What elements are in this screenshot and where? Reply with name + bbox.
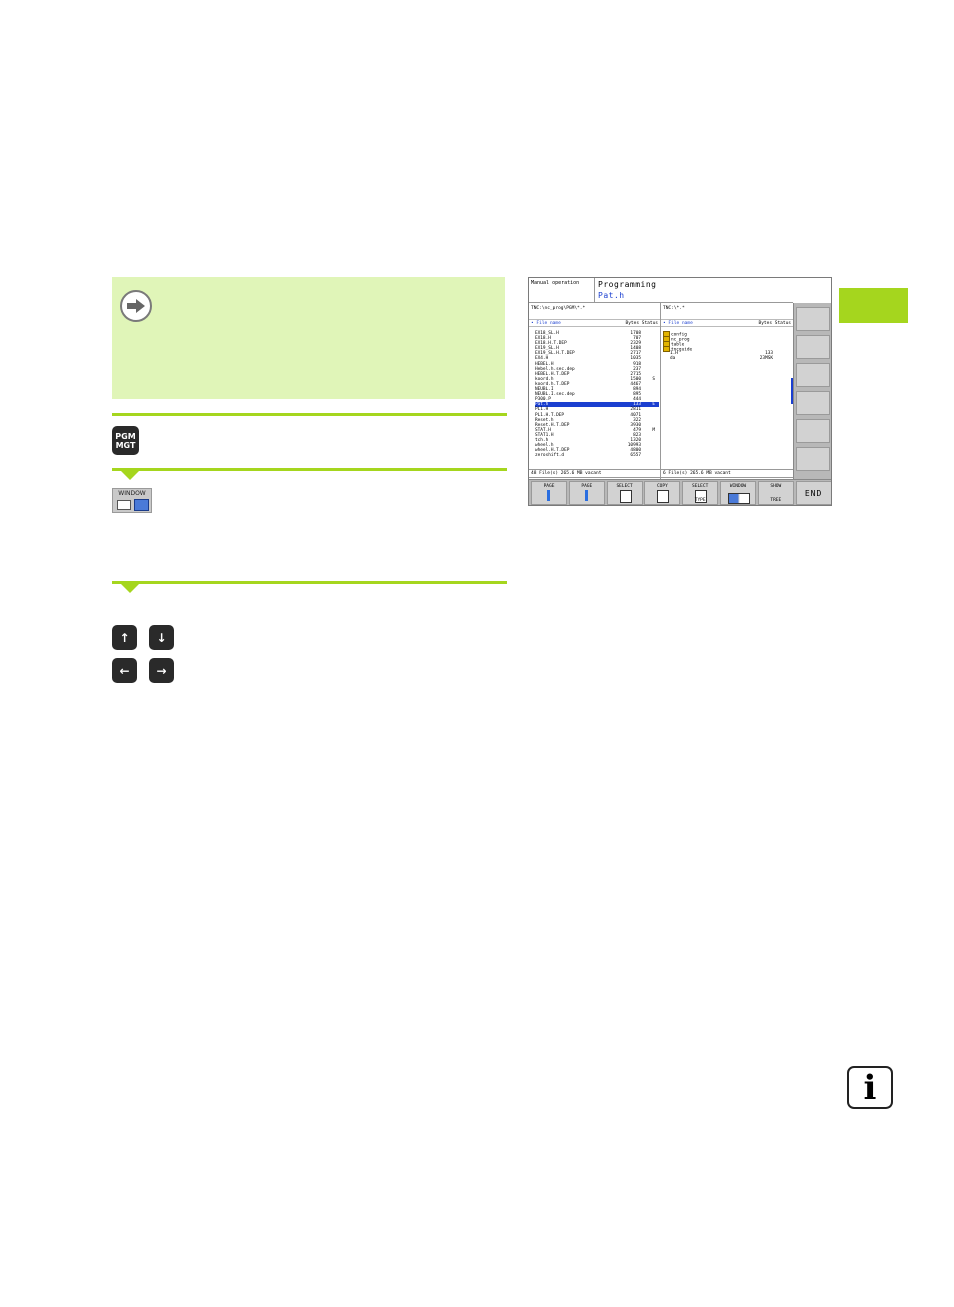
select-file-icon — [619, 490, 632, 503]
left-path: TNC:\nc_prog\PGM\*.* — [531, 306, 586, 311]
arrow-down-icon: ↓ — [156, 630, 167, 645]
window-split-icon — [728, 493, 750, 504]
vertical-softkey[interactable] — [796, 419, 830, 443]
scroll-indicator — [791, 378, 793, 404]
right-column-header: • File name Bytes Status — [661, 319, 793, 327]
softkey-copy[interactable]: COPY — [644, 481, 681, 505]
arrow-down-key[interactable]: ↓ — [149, 625, 174, 650]
pgm-key-label-1: PGM — [115, 431, 136, 441]
softkey-window[interactable]: WINDOW — [720, 481, 756, 505]
softkey-label: SHOW — [770, 484, 782, 489]
step-arrow-icon — [121, 471, 139, 480]
arrow-up-key[interactable]: ↑ — [112, 625, 137, 650]
single-window-icon — [117, 500, 131, 510]
col-file-name: • File name — [531, 321, 561, 326]
softkey-label: WINDOW — [729, 484, 747, 489]
file-list: EX18_SL.H 1708 EX18.H 707 EX18.H.T.DEP 2329 EX… — [535, 331, 659, 458]
softkey-page[interactable]: PAGE — [568, 481, 605, 505]
right-footer: 6 File(s) 265.6 MB vacant — [661, 469, 793, 478]
vertical-softkey[interactable] — [796, 447, 830, 471]
vertical-softkey[interactable] — [796, 335, 830, 359]
arrow-left-key[interactable]: ← — [112, 658, 137, 683]
control-screen: Manual operation Programming Pat.h TNC:\… — [528, 277, 832, 506]
chapter-tab — [839, 288, 908, 323]
file-bytes: 6557 — [630, 453, 641, 459]
split-window-icon — [134, 499, 149, 511]
pane-divider — [660, 303, 661, 483]
step-divider — [112, 468, 507, 471]
col-bytes-status: Bytes Status — [758, 321, 791, 326]
arrow-right-icon: → — [156, 663, 167, 678]
softkey-label: SELECT — [616, 484, 633, 489]
vertical-softkey[interactable] — [796, 391, 830, 415]
softkey-select[interactable]: SELECT — [606, 481, 643, 505]
softkey-sublabel: TYPE — [694, 498, 706, 503]
file-name: zeroshift.d — [535, 453, 565, 459]
page-down-icon — [584, 490, 588, 501]
left-column-header: • File name Bytes Status — [529, 319, 660, 327]
step-arrow-icon — [121, 584, 139, 593]
pgm-key-label-2: MGT — [115, 440, 136, 450]
directory-bytes: 23MSK — [759, 356, 773, 362]
vertical-softkey[interactable] — [796, 363, 830, 387]
softkey-label: SELECT — [692, 484, 709, 489]
arrow-up-icon: ↑ — [119, 630, 130, 645]
col-bytes-status: Bytes Status — [625, 321, 658, 326]
arrow-right-icon — [120, 290, 152, 322]
arrow-left-icon: ← — [119, 663, 130, 678]
softkey-label: END — [804, 488, 823, 498]
left-footer: 48 File(s) 265.6 MB vacant — [529, 469, 660, 478]
window-softkey[interactable]: WINDOW — [112, 488, 152, 513]
arrow-right-key[interactable]: → — [149, 658, 174, 683]
mode-title: Programming — [598, 280, 657, 289]
softkey-row: PAGE PAGE SELECT COPY SELECT TYPE WINDOW SHOW TR… — [529, 479, 831, 505]
copy-file-icon — [657, 490, 670, 503]
softkey-label: PAGE — [581, 484, 593, 489]
vertical-softkey[interactable] — [796, 307, 830, 331]
softkey-show[interactable]: SHOW TREE — [757, 481, 794, 505]
softkey-sublabel: TREE — [770, 498, 782, 503]
step-divider — [112, 581, 507, 584]
mode-programming: Programming Pat.h — [595, 278, 831, 302]
directory-row[interactable]: da 23MSK — [663, 356, 793, 361]
col-file-name: • File name — [663, 321, 693, 326]
vertical-softkey-bar — [793, 303, 831, 479]
info-icon: i — [847, 1066, 893, 1109]
softkey-page[interactable]: PAGE — [531, 481, 567, 505]
file-row[interactable]: zeroshift.d 6557 — [535, 453, 659, 458]
note-box — [112, 277, 505, 399]
window-softkey-label: WINDOW — [118, 490, 146, 497]
pgm-mgt-key[interactable]: PGM MGT — [112, 426, 139, 455]
softkey-end[interactable]: END — [795, 481, 831, 505]
page-up-icon — [547, 490, 550, 501]
header-divider — [529, 302, 793, 303]
mode-manual: Manual operation — [529, 278, 595, 302]
directory-name: da — [670, 356, 676, 362]
right-path: TNC:\*.* — [663, 306, 685, 311]
softkey-label: PAGE — [543, 484, 555, 489]
softkey-select[interactable]: SELECT TYPE — [682, 481, 719, 505]
directory-list: config nc_prog table tncguide 1.H 133 da 23MSK — [663, 331, 793, 362]
softkey-label: COPY — [656, 484, 668, 489]
current-file: Pat.h — [598, 291, 625, 300]
step-divider — [112, 413, 507, 416]
